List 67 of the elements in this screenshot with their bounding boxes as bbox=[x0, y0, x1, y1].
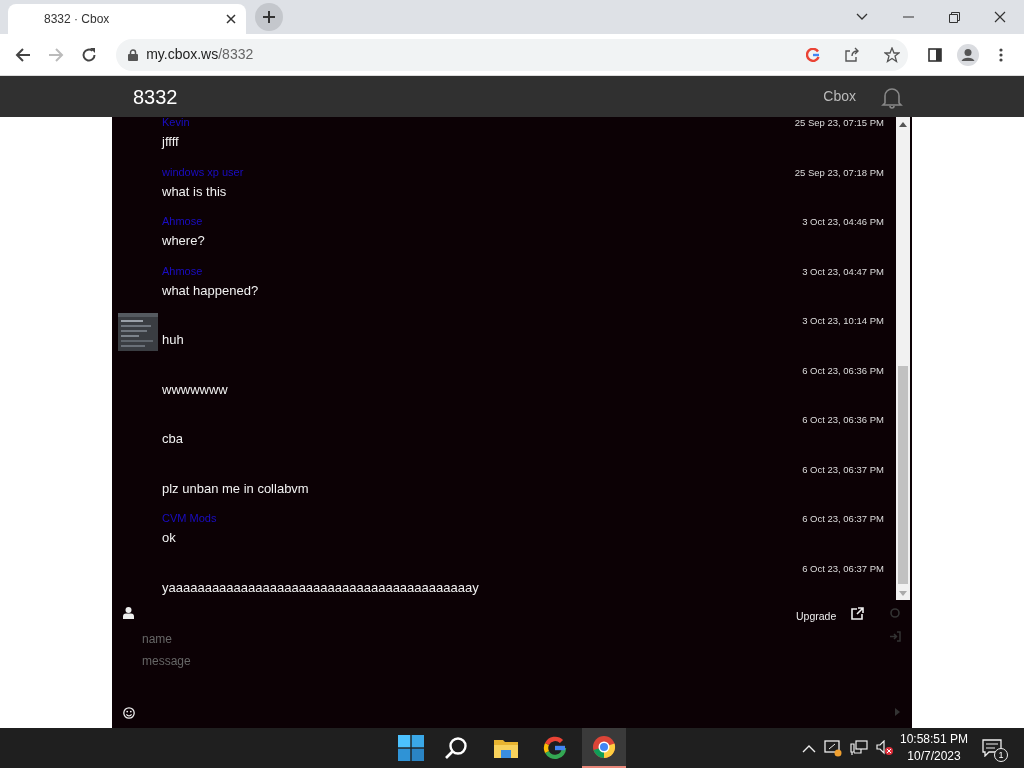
message-text: jffff bbox=[162, 133, 179, 151]
device-icon[interactable] bbox=[824, 739, 842, 757]
message-text: cba bbox=[162, 430, 183, 448]
new-tab-button[interactable] bbox=[255, 3, 283, 31]
chrome-icon bbox=[592, 735, 616, 759]
side-panel-icon bbox=[927, 47, 942, 62]
browser-tab[interactable]: 8332 · Cbox bbox=[8, 4, 246, 34]
message-text: what happened? bbox=[162, 281, 259, 300]
message-time: 6 Oct 23, 06:36 PM bbox=[802, 413, 884, 427]
message-time: 6 Oct 23, 06:37 PM bbox=[802, 462, 884, 477]
chevron-up-icon[interactable] bbox=[802, 743, 816, 753]
share-icon[interactable] bbox=[843, 46, 860, 63]
notification-count: 1 bbox=[994, 748, 1008, 762]
close-icon bbox=[994, 11, 1006, 23]
cbox-link[interactable]: Cbox bbox=[823, 86, 856, 107]
smiley-icon[interactable] bbox=[123, 707, 135, 719]
message-time: 3 Oct 23, 10:14 PM bbox=[802, 314, 884, 328]
menu-icon bbox=[999, 47, 1004, 62]
notification-button[interactable]: 1 bbox=[982, 736, 1008, 762]
box-title: 8332 bbox=[133, 84, 178, 110]
google-icon bbox=[543, 736, 567, 760]
chevron-down-icon bbox=[856, 13, 868, 21]
star-icon[interactable] bbox=[883, 46, 900, 63]
lock-icon bbox=[128, 48, 139, 61]
message-text: yaaaaaaaaaaaaaaaaaaaaaaaaaaaaaaaaaaaaaaaaaay bbox=[162, 578, 479, 597]
start-icon bbox=[398, 735, 424, 761]
message-time: 3 Oct 23, 04:46 PM bbox=[802, 215, 884, 229]
scrollbar[interactable] bbox=[896, 117, 910, 600]
external-link-icon[interactable] bbox=[851, 607, 864, 620]
close-icon[interactable] bbox=[226, 14, 236, 24]
tab-title: 8332 · Cbox bbox=[44, 11, 110, 28]
message-text: ok bbox=[162, 529, 176, 547]
profile-icon bbox=[956, 43, 979, 66]
url-text: my.cbox.ws/8332 bbox=[146, 45, 255, 64]
folder-icon bbox=[494, 738, 518, 758]
message-time: 6 Oct 23, 06:36 PM bbox=[802, 363, 884, 378]
plus-icon bbox=[262, 10, 276, 24]
message-text: huh bbox=[162, 331, 184, 349]
restore-icon bbox=[948, 11, 960, 23]
muted-speaker-icon[interactable] bbox=[876, 740, 894, 756]
address-bar[interactable]: my.cbox.ws/8332 bbox=[116, 38, 908, 71]
network-icon[interactable] bbox=[850, 740, 868, 756]
upgrade-link[interactable]: Upgrade bbox=[796, 609, 837, 625]
notification-icon bbox=[982, 739, 1002, 757]
message-time: 25 Sep 23, 07:18 PM bbox=[794, 165, 884, 180]
reload-icon bbox=[81, 46, 98, 63]
message-text: where? bbox=[162, 232, 205, 250]
user-icon[interactable] bbox=[123, 607, 134, 619]
name-field[interactable]: name bbox=[142, 630, 842, 648]
message-text: what is this bbox=[162, 182, 227, 201]
message-time: 6 Oct 23, 06:37 PM bbox=[802, 512, 884, 526]
back-arrow-icon bbox=[14, 46, 31, 63]
message-time: 25 Sep 23, 07:15 PM bbox=[794, 117, 884, 130]
minimize-icon bbox=[902, 16, 914, 18]
forward-arrow-icon bbox=[48, 46, 65, 63]
clock-date[interactable]: 10/7/2023 bbox=[900, 748, 969, 765]
message-field[interactable]: message bbox=[142, 652, 842, 670]
message-text: wwwwwww bbox=[162, 380, 228, 399]
message-text: plz unban me in collabvm bbox=[162, 479, 309, 498]
message-time: 6 Oct 23, 06:37 PM bbox=[802, 561, 884, 576]
search-icon bbox=[444, 736, 468, 760]
scroll-thumb[interactable] bbox=[898, 366, 908, 584]
message-time: 3 Oct 23, 04:47 PM bbox=[802, 264, 884, 279]
google-icon[interactable] bbox=[805, 47, 820, 62]
clock-time[interactable]: 10:58:51 PM bbox=[900, 731, 969, 748]
chrome-app-button[interactable] bbox=[582, 728, 626, 768]
scroll-up-icon[interactable] bbox=[899, 122, 907, 127]
